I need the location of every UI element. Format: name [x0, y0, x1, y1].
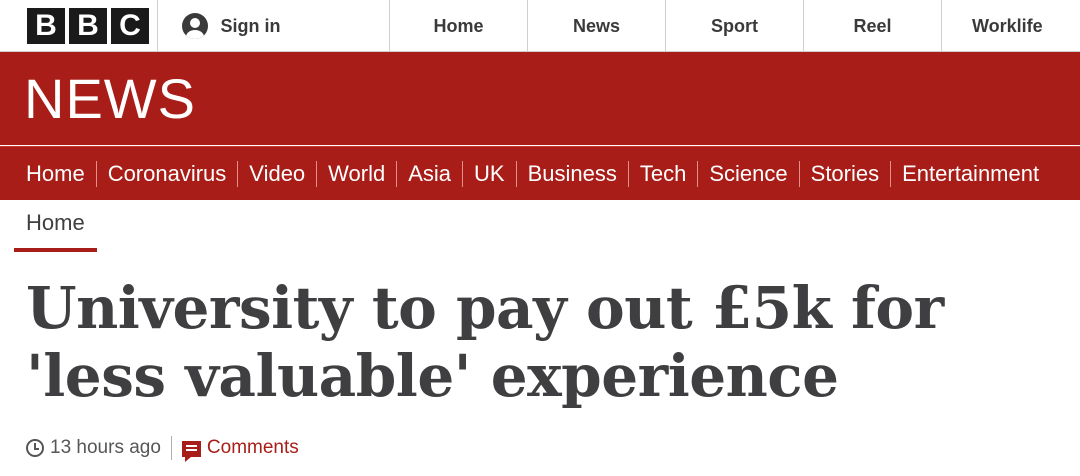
comment-bubble-icon[interactable] — [181, 441, 201, 462]
sign-in-button[interactable]: Sign in — [158, 0, 390, 52]
article-headline: University to pay out £5k for 'less valu… — [26, 274, 944, 410]
logo-letter-b1: B — [27, 8, 65, 44]
section-nav-business[interactable]: Business — [528, 161, 617, 187]
news-banner: NEWS — [0, 52, 1080, 145]
section-nav-divider — [396, 160, 398, 187]
user-avatar-icon — [182, 13, 209, 39]
section-nav-science[interactable]: Science — [709, 161, 787, 187]
section-nav-divider — [515, 160, 517, 187]
section-nav-asia[interactable]: Asia — [408, 161, 451, 187]
clock-icon — [26, 439, 44, 457]
section-nav-divider — [316, 160, 318, 187]
global-nav-reel[interactable]: Reel — [804, 0, 942, 52]
global-nav-sport[interactable]: Sport — [666, 0, 804, 52]
bbc-logo[interactable]: B B C — [0, 0, 159, 52]
section-nav-divider — [890, 160, 892, 187]
section-nav-divider — [798, 160, 800, 187]
article-meta: 13 hours ago Comments — [26, 434, 299, 462]
section-nav-divider — [697, 160, 699, 187]
section-nav-entertainment[interactable]: Entertainment — [902, 161, 1039, 187]
section-nav-home[interactable]: Home — [26, 161, 85, 187]
logo-letter-c: C — [111, 8, 149, 44]
global-header: B B C Sign in Home News Sport Reel Workl… — [0, 0, 1080, 52]
section-nav-stories[interactable]: Stories — [811, 161, 879, 187]
logo-letter-b2: B — [69, 8, 107, 44]
section-nav-video[interactable]: Video — [249, 161, 305, 187]
section-nav-divider — [95, 160, 97, 187]
section-nav-tech[interactable]: Tech — [640, 161, 686, 187]
section-nav: Home Coronavirus Video World Asia UK Bus… — [0, 146, 1080, 200]
news-masthead[interactable]: NEWS — [24, 71, 196, 127]
section-nav-divider — [462, 160, 464, 187]
meta-divider — [170, 436, 172, 460]
article-timestamp: 13 hours ago — [50, 437, 161, 458]
global-nav-worklife[interactable]: Worklife — [942, 0, 1080, 52]
section-nav-divider — [627, 160, 629, 187]
section-nav-divider — [237, 160, 239, 187]
section-nav-world[interactable]: World — [328, 161, 385, 187]
section-nav-coronavirus[interactable]: Coronavirus — [108, 161, 227, 187]
sign-in-label: Sign in — [220, 15, 281, 36]
section-nav-uk[interactable]: UK — [474, 161, 505, 187]
comments-link[interactable]: Comments — [207, 437, 299, 459]
global-nav: Home News Sport Reel Worklife — [390, 0, 1080, 52]
breadcrumb-home[interactable]: Home — [14, 210, 97, 252]
global-nav-home[interactable]: Home — [390, 0, 528, 52]
global-nav-news[interactable]: News — [528, 0, 666, 52]
